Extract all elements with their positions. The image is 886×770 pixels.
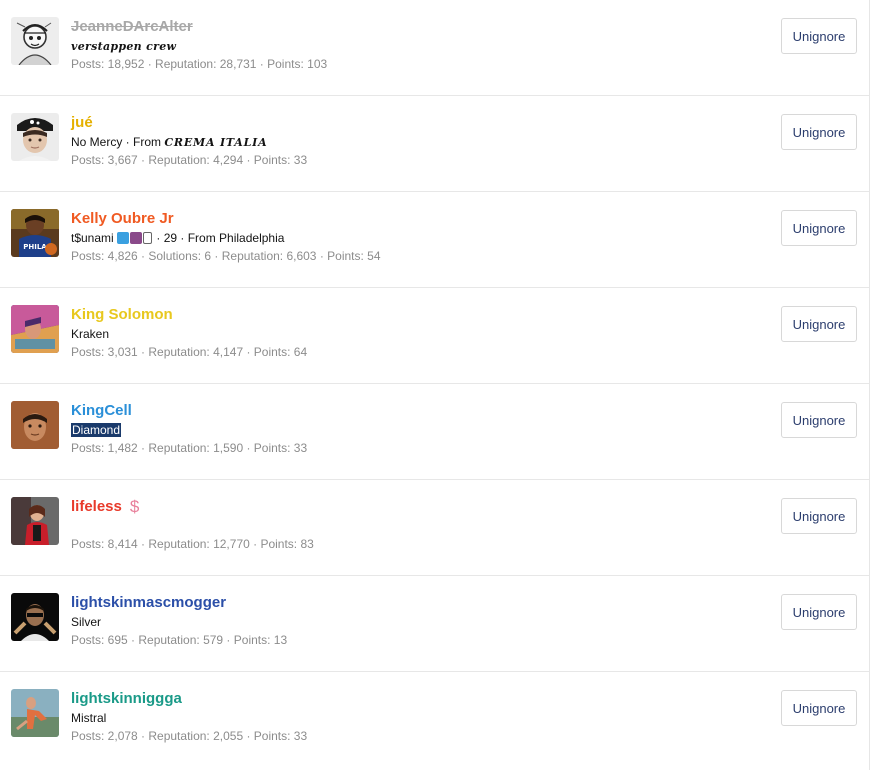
unignore-button[interactable]: Unignore	[781, 498, 857, 534]
username[interactable]: Kelly Oubre Jr	[71, 209, 749, 229]
user-title: Mistral	[71, 710, 749, 727]
unignore-button[interactable]: Unignore	[781, 690, 857, 726]
user-info: King Solomon Kraken Posts: 3,031 · Reput…	[71, 305, 749, 361]
username[interactable]: lightskinmascmogger	[71, 593, 749, 613]
user-title-text: No Mercy · From	[71, 135, 165, 149]
user-info: lifeless $ Posts: 8,414 · Reputation: 12,…	[71, 497, 749, 553]
user-avatar[interactable]	[11, 17, 59, 65]
svg-text:PHILA: PHILA	[23, 243, 47, 251]
user-avatar[interactable]	[11, 689, 59, 737]
user-stats: Posts: 18,952 · Reputation: 28,731 · Poi…	[71, 57, 328, 71]
unignore-button[interactable]: Unignore	[781, 114, 857, 150]
user-info: JeanneDArcAlter verstappen crew Posts: 1…	[71, 17, 749, 73]
ignored-users-list: JeanneDArcAlter verstappen crew Posts: 1…	[0, 0, 870, 770]
user-title: Diamond	[71, 422, 749, 439]
user-title: verstappen crew	[71, 38, 749, 55]
user-row: lightskinniggga Mistral Posts: 2,078 · R…	[0, 672, 869, 768]
user-title	[71, 518, 749, 535]
username[interactable]: jué	[71, 113, 749, 133]
user-title-text: Mistral	[71, 711, 107, 725]
user-avatar[interactable]	[11, 497, 59, 545]
user-title-text: Kraken	[71, 327, 110, 341]
user-info: Kelly Oubre Jr t$unami · 29 · From Phila…	[71, 209, 749, 265]
user-title-text: Diamond	[71, 423, 122, 437]
user-info: lightskinniggga Mistral Posts: 2,078 · R…	[71, 689, 749, 745]
unignore-button[interactable]: Unignore	[781, 594, 857, 630]
user-stats: Posts: 2,078 · Reputation: 2,055 · Point…	[71, 729, 308, 743]
user-row: PHILA Kelly Oubre Jr t$unami · 29 · From…	[0, 192, 869, 288]
user-title-location: CREMA ITALIA	[164, 136, 268, 149]
user-stats: Posts: 3,031 · Reputation: 4,147 · Point…	[71, 345, 308, 359]
user-title-text: Silver	[71, 615, 102, 629]
user-title: No Mercy · From CREMA ITALIA	[71, 134, 749, 151]
user-avatar[interactable]	[11, 305, 59, 353]
username[interactable]: lifeless	[71, 498, 122, 515]
user-row: lifeless $ Posts: 8,414 · Reputation: 12,…	[0, 480, 869, 576]
username[interactable]: lightskinniggga	[71, 689, 749, 709]
unignore-button[interactable]: Unignore	[781, 210, 857, 246]
user-stats: Posts: 8,414 · Reputation: 12,770 · Poin…	[71, 537, 314, 551]
user-row: JeanneDArcAlter verstappen crew Posts: 1…	[0, 0, 869, 96]
user-title-suffix: · 29 · From Philadelphia	[153, 231, 285, 245]
unignore-button[interactable]: Unignore	[781, 18, 857, 54]
username-wrap: lifeless $	[71, 497, 749, 517]
user-stats: Posts: 1,482 · Reputation: 1,590 · Point…	[71, 441, 308, 455]
dollar-badge-icon: $	[129, 497, 140, 516]
username[interactable]: KingCell	[71, 401, 749, 421]
user-stats: Posts: 4,826 · Solutions: 6 · Reputation…	[71, 249, 381, 263]
person-emoji-icon	[130, 232, 143, 244]
user-title-text: verstappen crew	[71, 40, 177, 53]
user-info: lightskinmascmogger Silver Posts: 695 · …	[71, 593, 749, 649]
user-title: t$unami · 29 · From Philadelphia	[71, 230, 749, 247]
wave-emoji-icon	[117, 232, 130, 244]
user-title: Silver	[71, 614, 749, 631]
unignore-button[interactable]: Unignore	[781, 306, 857, 342]
user-avatar[interactable]	[11, 113, 59, 161]
user-row: KingCell Diamond Posts: 1,482 · Reputati…	[0, 384, 869, 480]
user-avatar[interactable]	[11, 401, 59, 449]
user-info: jué No Mercy · From CREMA ITALIA Posts: …	[71, 113, 749, 169]
user-title-text: t$unami	[71, 231, 118, 245]
user-avatar[interactable]: PHILA	[11, 209, 59, 257]
user-row: jué No Mercy · From CREMA ITALIA Posts: …	[0, 96, 869, 192]
unignore-button[interactable]: Unignore	[781, 402, 857, 438]
user-row: lightskinmascmogger Silver Posts: 695 · …	[0, 576, 869, 672]
user-info: KingCell Diamond Posts: 1,482 · Reputati…	[71, 401, 749, 457]
user-avatar[interactable]	[11, 593, 59, 641]
user-title: Kraken	[71, 326, 749, 343]
user-stats: Posts: 3,667 · Reputation: 4,294 · Point…	[71, 153, 308, 167]
user-row: King Solomon Kraken Posts: 3,031 · Reput…	[0, 288, 869, 384]
username[interactable]: King Solomon	[71, 305, 749, 325]
username[interactable]: JeanneDArcAlter	[71, 17, 749, 37]
user-stats: Posts: 695 · Reputation: 579 · Points: 1…	[71, 633, 288, 647]
key-emoji-icon	[143, 232, 153, 244]
